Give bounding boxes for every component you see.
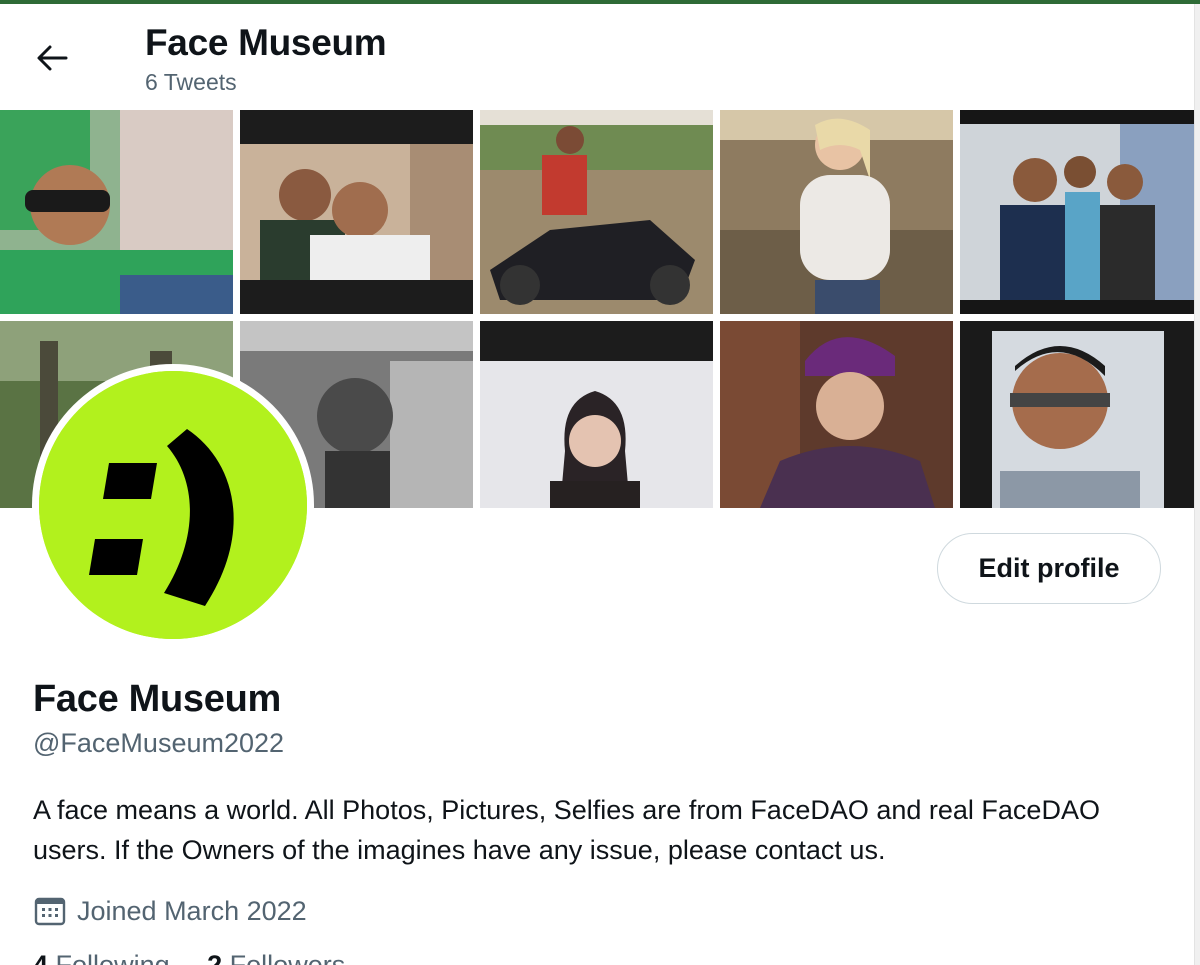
following-label: Following	[55, 950, 170, 965]
back-button[interactable]	[26, 36, 78, 80]
header-title: Face Museum	[145, 22, 387, 63]
avatar[interactable]	[32, 364, 314, 646]
profile-handle: @FaceMuseum2022	[33, 728, 285, 758]
following-link[interactable]: 4 Following	[33, 950, 170, 965]
banner-photo	[480, 110, 713, 314]
following-count: 4	[33, 950, 49, 965]
profile-name: Face Museum	[33, 678, 282, 720]
profile-bio: A face means a world. All Photos, Pictur…	[33, 795, 1100, 865]
banner-photo	[720, 110, 953, 314]
calendar-icon	[33, 894, 67, 928]
follow-stats: 4 Following 2 Followers	[33, 950, 345, 965]
joined-date: Joined March 2022	[33, 894, 307, 928]
banner-photo	[960, 321, 1194, 508]
arrow-left-icon	[37, 45, 68, 71]
scrollbar[interactable]	[1194, 4, 1200, 965]
banner-photo	[480, 321, 713, 508]
profile-header: Face Museum 6 Tweets	[0, 4, 1194, 110]
followers-count: 2	[207, 950, 223, 965]
tweet-count: 6 Tweets	[145, 69, 237, 95]
banner-photo	[0, 110, 233, 314]
banner-photo	[240, 110, 473, 314]
banner-photo	[720, 321, 953, 508]
followers-label: Followers	[229, 950, 346, 965]
banner-photo	[960, 110, 1194, 314]
joined-label: Joined March 2022	[77, 895, 307, 926]
edit-profile-button[interactable]: Edit profile	[937, 533, 1161, 604]
followers-link[interactable]: 2 Followers	[207, 950, 345, 965]
facedao-logo-icon	[39, 371, 307, 639]
